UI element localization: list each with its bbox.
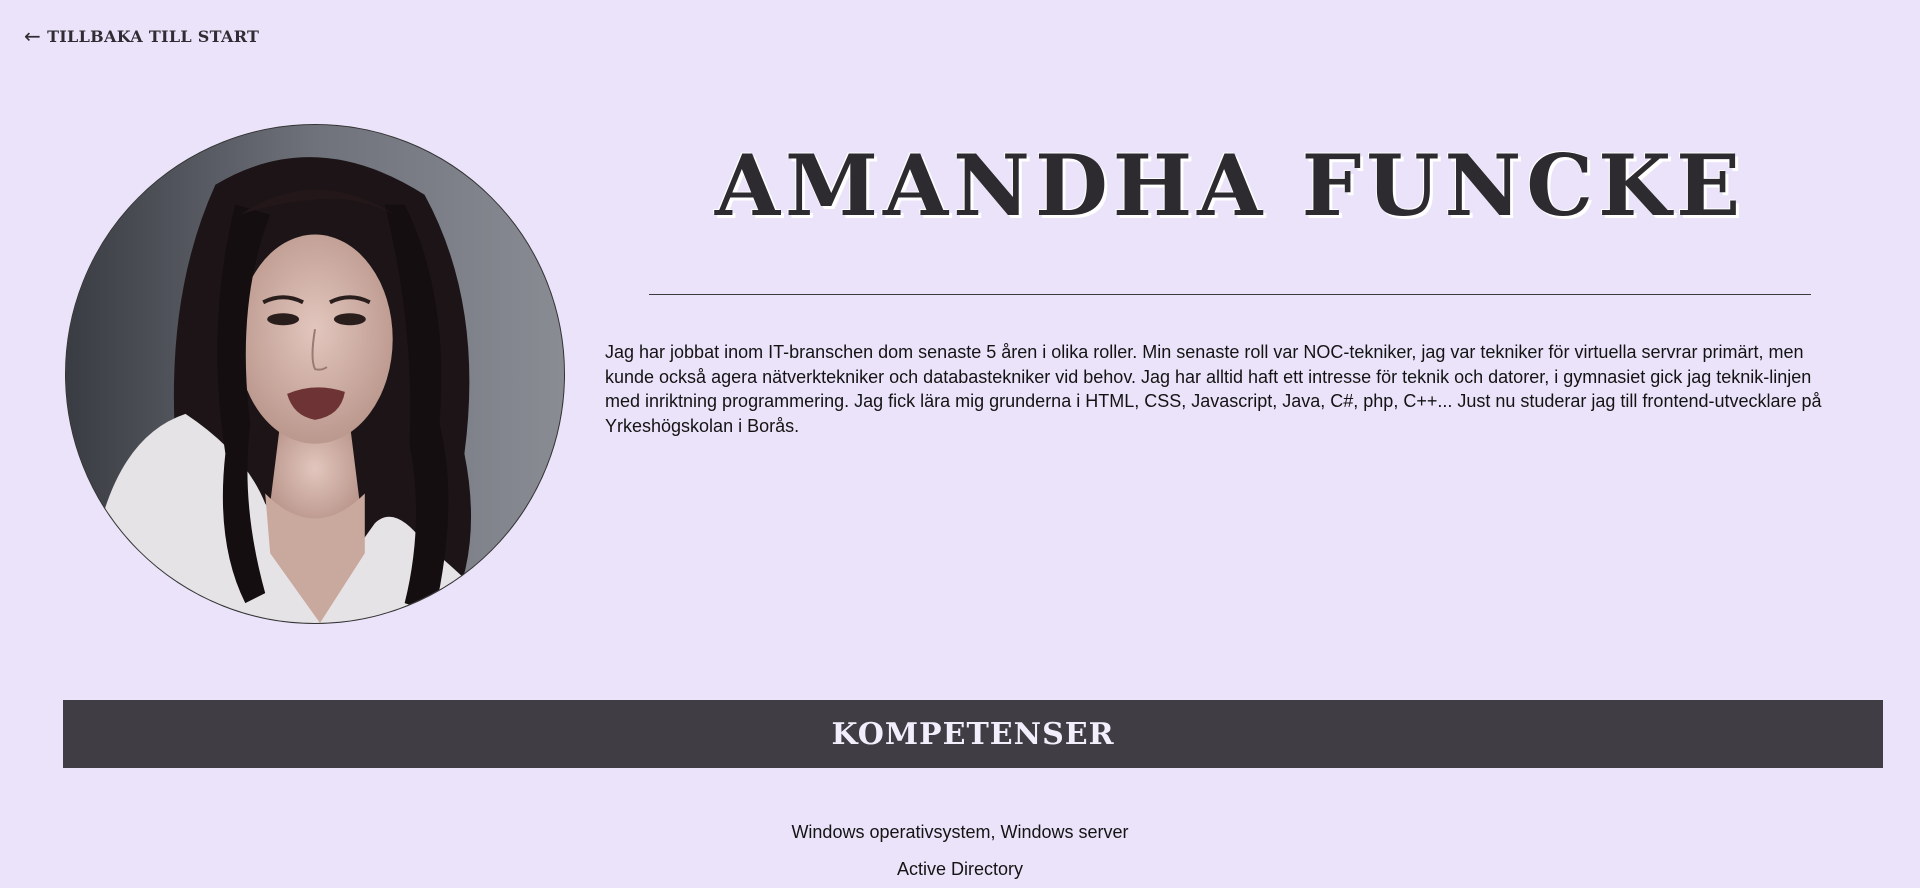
arrow-left-icon: ←	[24, 24, 42, 48]
portrait-photo-icon	[66, 125, 564, 623]
skills-heading: KOMPETENSER	[831, 716, 1115, 752]
profile-photo	[65, 124, 565, 624]
list-item: Active Directory	[896, 859, 1024, 879]
bio-paragraph: Jag har jobbat inom IT-branschen dom sen…	[605, 342, 1822, 436]
back-to-start-link[interactable]: ← TILLBAKA TILL START	[24, 26, 259, 46]
skills-list: Windows operativsystem, Windows server A…	[0, 814, 1920, 888]
skills-header-bar: KOMPETENSER	[63, 700, 1883, 768]
page-title: AMANDHA FUNCKE	[714, 136, 1746, 235]
title-divider	[649, 294, 1811, 295]
back-link-label: TILLBAKA TILL START	[47, 26, 260, 46]
list-item: Windows operativsystem, Windows server	[791, 822, 1129, 842]
